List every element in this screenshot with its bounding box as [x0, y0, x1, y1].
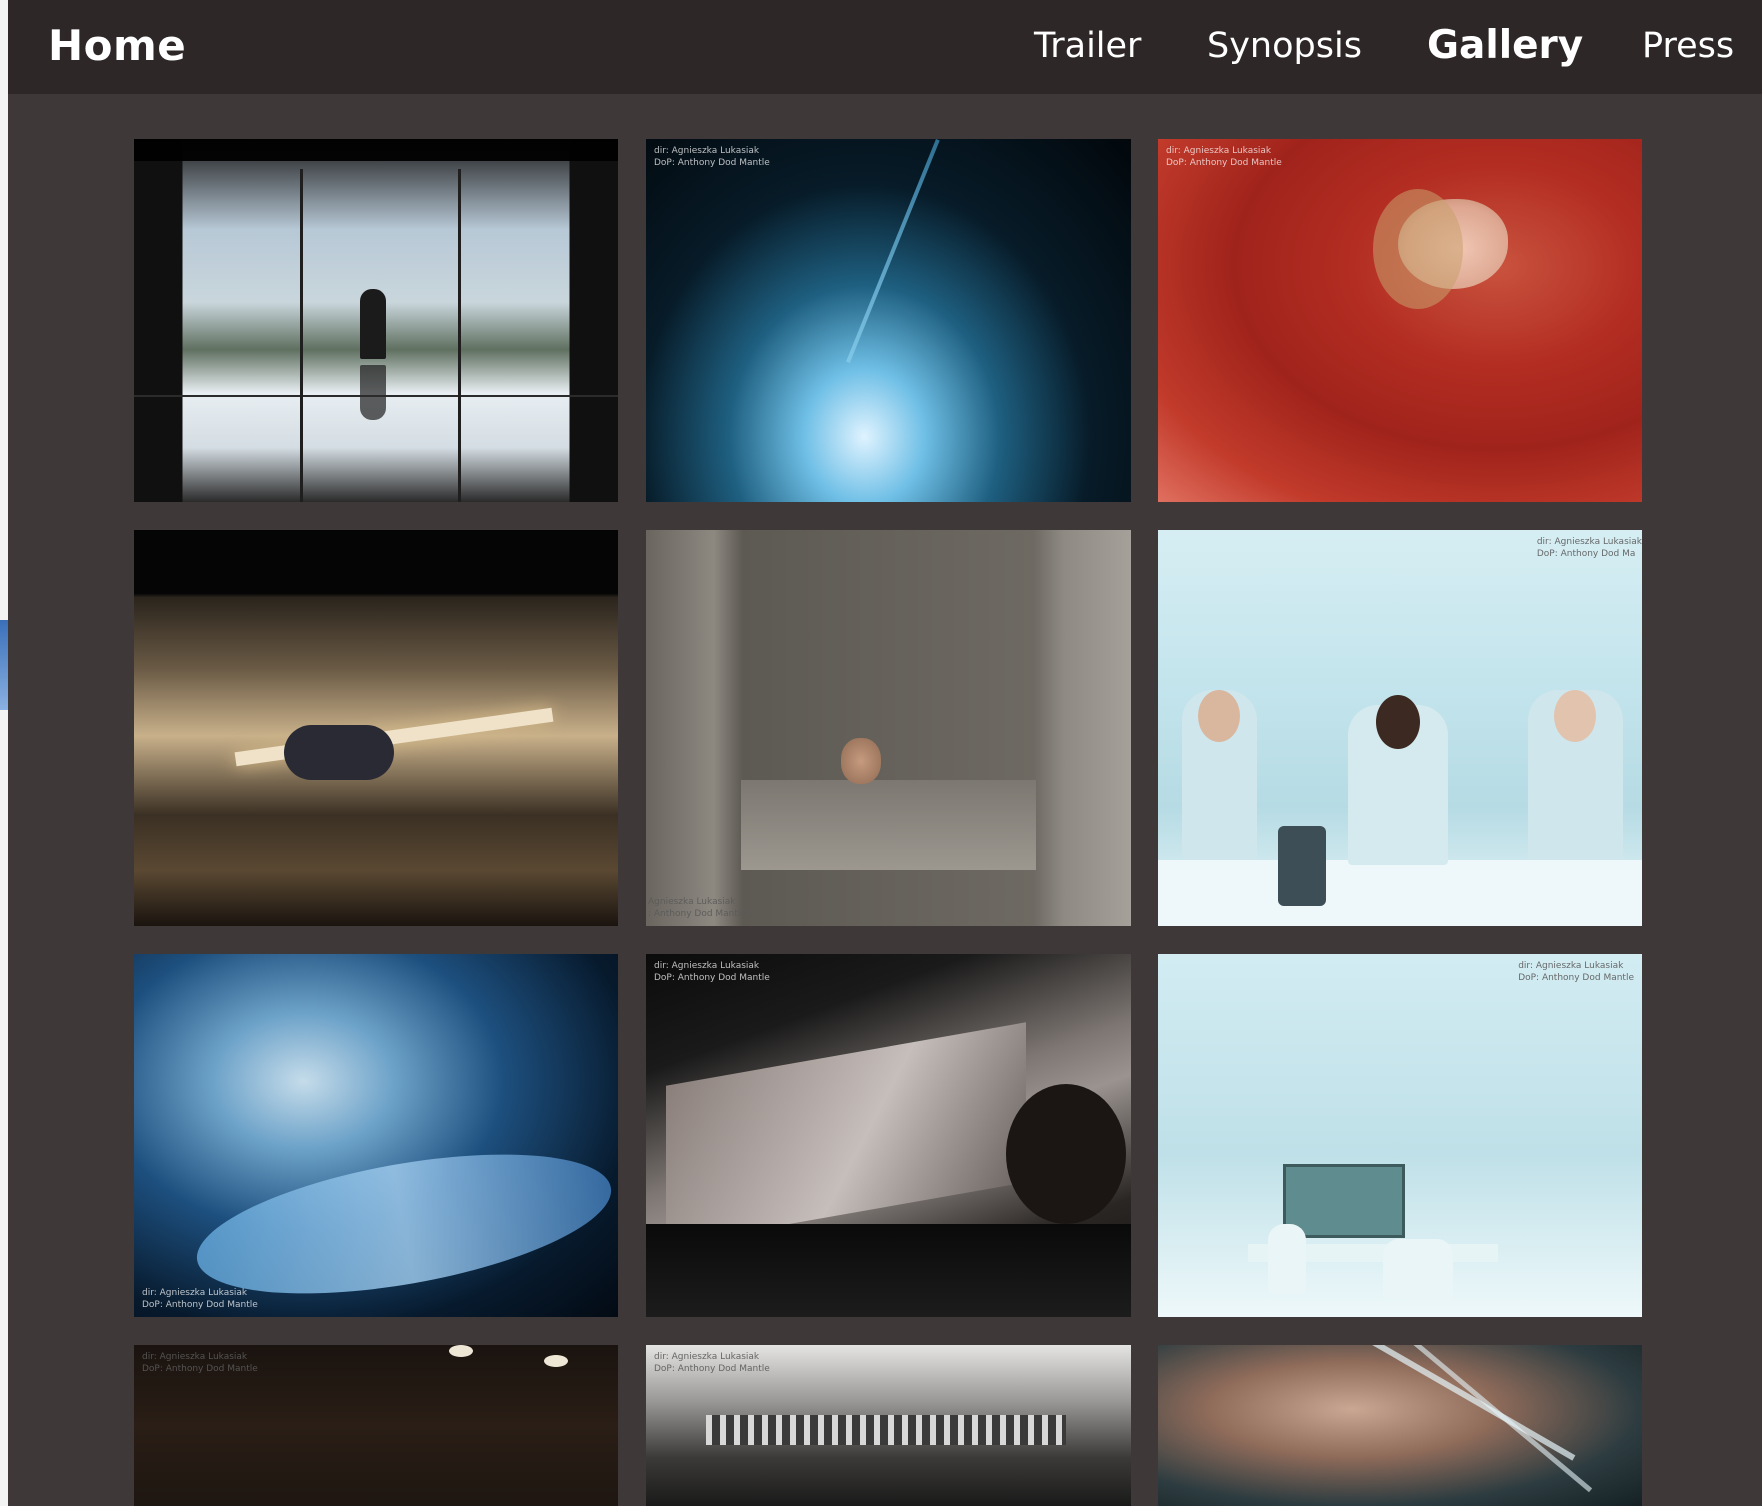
photo-credit: dir: Agnieszka Lukasiak DoP: Anthony Dod… [654, 1352, 770, 1374]
browser-page: Home Trailer Synopsis Gallery Press dir:… [8, 0, 1762, 1506]
floating-stair-light [234, 707, 554, 767]
gallery-image-8[interactable]: dir: Agnieszka Lukasiak DoP: Anthony Dod… [646, 954, 1131, 1317]
gallery-image-5[interactable]: Agnieszka Lukasiak : Anthony Dod Mantle [646, 530, 1131, 926]
face-center [1376, 695, 1420, 749]
nav-press-link[interactable]: Press [1642, 22, 1734, 70]
background-window-edge [0, 620, 8, 710]
home-link[interactable]: Home [48, 20, 186, 72]
gallery-image-12[interactable] [1158, 1345, 1642, 1506]
photo-credit: dir: Agnieszka Lukasiak DoP: Anthony Dod… [1518, 961, 1634, 983]
gallery-image-7[interactable]: dir: Agnieszka Lukasiak DoP: Anthony Dod… [134, 954, 618, 1317]
photo-credit: dir: Agnieszka Lukasiak DoP: Anthony Dod… [142, 1288, 258, 1310]
grand-piano [646, 1224, 1131, 1317]
falling-figure [284, 725, 394, 780]
face-right [1554, 690, 1596, 742]
top-navigation-bar: Home Trailer Synopsis Gallery Press [8, 0, 1762, 94]
nav-gallery-link[interactable]: Gallery [1427, 22, 1583, 70]
light-beam [846, 139, 940, 364]
gallery-image-2[interactable]: dir: Agnieszka Lukasiak DoP: Anthony Dod… [646, 139, 1131, 502]
splattered-panel [666, 1022, 1026, 1246]
metal-grate [706, 1415, 1066, 1445]
photo-credit: dir: Agnieszka Lukasiak DoP: Anthony Dod… [654, 146, 770, 168]
phone-device [1278, 826, 1326, 906]
monitor-screen [1283, 1164, 1405, 1238]
face-left [1198, 690, 1240, 742]
gallery-image-3[interactable]: dir: Agnieszka Lukasiak DoP: Anthony Dod… [1158, 139, 1642, 502]
photo-credit: dir: Agnieszka Lukasiak DoP: Anthony Dod… [1536, 537, 1642, 559]
white-table [1158, 860, 1642, 926]
hair [1373, 189, 1463, 309]
crouching-figure [841, 738, 881, 784]
photo-credit: dir: Agnieszka Lukasiak DoP: Anthony Dod… [142, 1352, 258, 1374]
photo-credit: dir: Agnieszka Lukasiak DoP: Anthony Dod… [1166, 146, 1282, 168]
window-mullion [300, 169, 303, 502]
gallery-image-6[interactable]: dir: Agnieszka Lukasiak DoP: Anthony Dod… [1158, 530, 1642, 926]
nav-trailer-link[interactable]: Trailer [1034, 22, 1141, 70]
gallery-image-9[interactable]: dir: Agnieszka Lukasiak DoP: Anthony Dod… [1158, 954, 1642, 1317]
window-mullion [458, 169, 461, 502]
window-frame-line [134, 395, 618, 397]
photo-credit: dir: Agnieszka Lukasiak DoP: Anthony Dod… [654, 961, 770, 983]
photo-credit: Agnieszka Lukasiak : Anthony Dod Mantle [648, 897, 746, 919]
reflection-figure [360, 365, 386, 420]
silhouette-figure [360, 289, 386, 359]
ceiling-light [544, 1355, 568, 1367]
lab-worker [1383, 1239, 1453, 1299]
water-streak [1343, 1345, 1593, 1493]
lab-worker [1268, 1224, 1306, 1294]
gallery-image-10[interactable]: dir: Agnieszka Lukasiak DoP: Anthony Dod… [134, 1345, 618, 1506]
water-streak [1260, 1345, 1576, 1461]
concrete-basin [741, 780, 1036, 870]
pianist-head [1006, 1084, 1126, 1224]
gallery-image-1[interactable] [134, 139, 618, 502]
ceiling-light [449, 1345, 473, 1357]
gallery-image-11[interactable]: dir: Agnieszka Lukasiak DoP: Anthony Dod… [646, 1345, 1131, 1506]
nav-synopsis-link[interactable]: Synopsis [1207, 22, 1362, 70]
gallery-image-4[interactable] [134, 530, 618, 926]
